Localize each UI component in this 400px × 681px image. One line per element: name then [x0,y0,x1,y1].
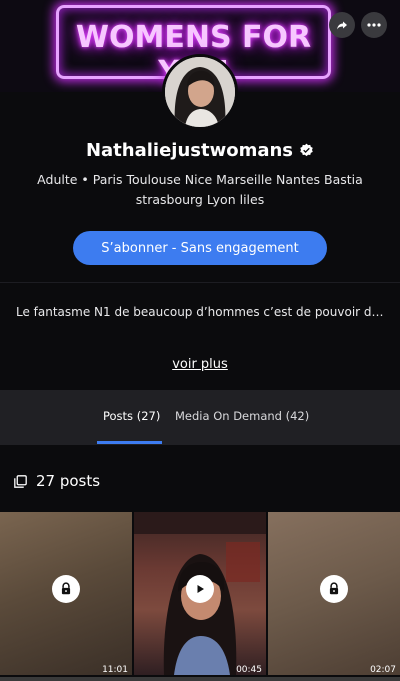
play-icon[interactable] [186,574,214,603]
video-duration: 02:07 [370,665,396,675]
posts-count-row: 27 posts [14,472,100,490]
posts-grid: 11:01 00:45 02:07 [0,512,400,681]
avatar[interactable] [162,54,238,130]
post-tile[interactable]: 00:45 [134,512,266,675]
more-options-button[interactable] [361,12,387,38]
lock-icon [52,574,80,603]
next-posts-row [0,677,400,681]
posts-count: 27 posts [36,472,101,490]
video-duration: 00:45 [236,665,262,675]
see-more-link[interactable]: voir plus [0,357,400,372]
post-tile[interactable]: 02:07 [268,512,400,675]
tab-media-on-demand[interactable]: Media On Demand (42) [175,409,309,423]
post-tile[interactable]: 11:01 [0,512,132,675]
tab-posts[interactable]: Posts (27) [103,409,160,423]
lock-icon [320,574,348,603]
share-icon [337,21,347,30]
description-line: Adulte • Paris Toulouse Nice Marseille N… [37,172,363,187]
description-line: strasbourg Lyon liles [135,192,265,207]
share-button[interactable] [329,12,355,38]
profile-tabs: Posts (27) Media On Demand (42) [0,390,400,445]
posts-stack-icon [14,474,27,488]
more-dots-icon [367,23,381,27]
profile-name: Nathaliejustwomans [85,140,294,161]
active-tab-indicator [97,441,162,444]
video-duration: 11:01 [102,665,128,675]
avatar-photo [165,57,235,127]
profile-name-row: Nathaliejustwomans [0,140,400,161]
verified-badge-icon [300,143,313,157]
subscribe-button[interactable]: S’abonner - Sans engagement [73,231,327,265]
profile-description: Adulte • Paris Toulouse Nice Marseille N… [30,170,370,210]
profile-bio: Le fantasme N1 de beaucoup d’hommes c’es… [16,305,384,319]
divider [0,282,400,283]
